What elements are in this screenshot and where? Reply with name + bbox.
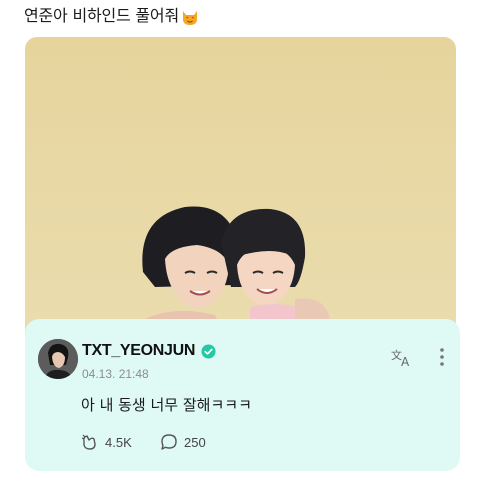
comment-text: 아 내 동생 너무 잘해ㅋㅋㅋ xyxy=(81,396,252,414)
photo-two-people-icon xyxy=(135,206,330,337)
translate-icon[interactable]: 文 A xyxy=(390,346,414,368)
post-title-text: 연준아 비하인드 풀어줘 xyxy=(24,6,179,25)
like-count: 4.5K xyxy=(105,434,132,450)
comment-timestamp: 04.13. 21:48 xyxy=(82,367,149,381)
comment-username[interactable]: TXT_YEONJUN xyxy=(82,340,195,362)
post-title: 연준아 비하인드 풀어줘 xyxy=(24,4,199,28)
avatar[interactable] xyxy=(38,339,78,379)
heart-eyes-cat-emoji-icon xyxy=(181,8,199,26)
svg-text:A: A xyxy=(401,355,410,368)
more-options-icon[interactable] xyxy=(438,346,446,368)
artist-comment-card: TXT_YEONJUN 04.13. 21:48 文 A 아 내 동생 너무 잘… xyxy=(25,319,460,471)
like-button[interactable]: 4.5K xyxy=(80,432,132,452)
cheer-icon xyxy=(81,434,96,450)
reply-button[interactable]: 250 xyxy=(159,432,206,452)
reply-bubble-icon xyxy=(161,434,177,450)
verified-badge-icon xyxy=(201,344,216,359)
post-photo[interactable] xyxy=(25,37,456,337)
reply-count: 250 xyxy=(184,434,206,450)
